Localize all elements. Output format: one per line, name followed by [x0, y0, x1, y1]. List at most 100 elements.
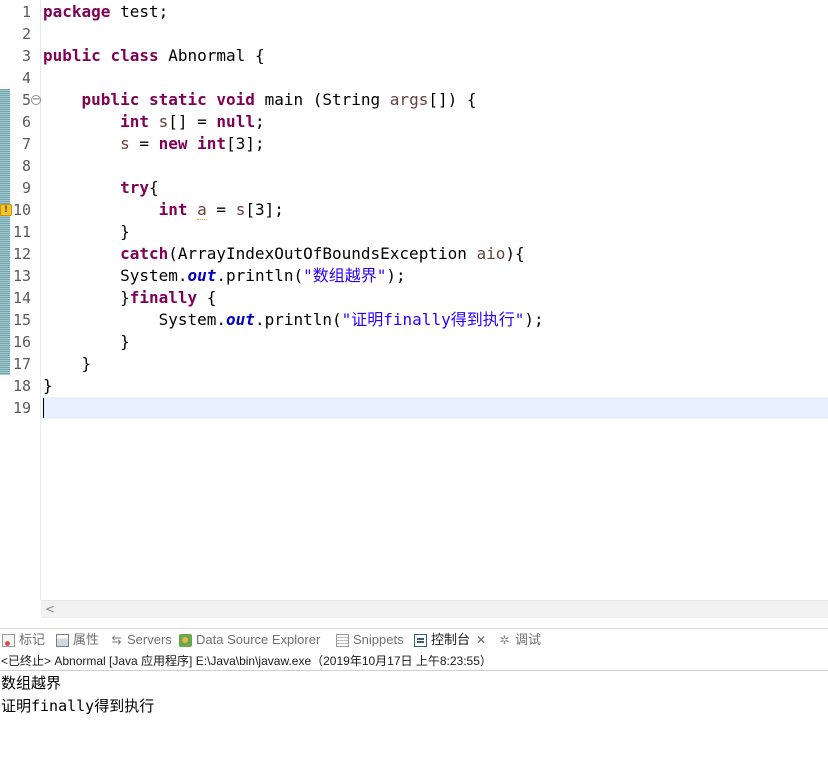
line-number: 18: [12, 377, 31, 395]
token-str: "证明finally得到执行": [341, 310, 525, 329]
scroll-left-icon[interactable]: <: [45, 602, 55, 616]
token-kw: finally: [129, 288, 198, 307]
line-number: 19: [12, 399, 31, 417]
line-number: 14: [12, 289, 31, 307]
code-line-text: int a = s[3];: [43, 199, 284, 221]
line-number: 13: [12, 267, 31, 285]
token-kw: catch: [120, 244, 169, 263]
code-line-text: try{: [43, 177, 159, 199]
token-kw: package: [43, 2, 111, 21]
code-line-text: System.out.println("数组越界");: [43, 265, 406, 287]
line-number: 11: [12, 223, 31, 241]
code-line[interactable]: s = new int[3];: [42, 133, 828, 155]
code-line[interactable]: }: [42, 353, 828, 375]
tab-properties[interactable]: 属性: [56, 629, 99, 651]
close-icon[interactable]: ✕: [476, 629, 486, 651]
line-number: 3: [21, 47, 31, 65]
text-caret: [43, 397, 44, 418]
line-number: 4: [21, 69, 31, 87]
token-plain: Abnormal {: [158, 46, 265, 65]
line-number: 9: [21, 179, 31, 197]
token-plain: .println(: [216, 266, 304, 285]
token-var: s: [235, 200, 246, 219]
code-line[interactable]: package test;: [42, 1, 828, 23]
token-plain: [] =: [168, 112, 217, 131]
code-line[interactable]: public class Abnormal {: [42, 45, 828, 67]
token-kw: null: [216, 112, 255, 131]
tab-markers[interactable]: 标记: [2, 629, 45, 651]
token-plain: {: [197, 288, 217, 307]
tab-label: 属性: [73, 632, 100, 647]
token-fld: out: [187, 266, 217, 285]
code-line[interactable]: int a = s[3];: [42, 199, 828, 221]
token-plain: }: [43, 332, 130, 351]
scrollbar-gutter-spacer: [0, 600, 41, 618]
token-var: args: [389, 90, 429, 109]
code-line-text: catch(ArrayIndexOutOfBoundsException aio…: [43, 243, 525, 265]
tab-data-source-explorer[interactable]: Data Source Explorer: [179, 629, 320, 651]
code-line[interactable]: }: [42, 375, 828, 397]
markers-icon: [2, 633, 15, 647]
console-output-line: 证明finally得到执行: [1, 697, 155, 715]
tab-label: Servers: [127, 632, 172, 647]
code-editor[interactable]: 1 2 3 4 5−6 7 8 9 10! 11 12 13 14 15 16 17 18 19 package …: [0, 0, 828, 600]
code-line[interactable]: [42, 23, 828, 45]
console-output[interactable]: 数组越界 证明finally得到执行: [0, 672, 828, 762]
token-plain: {: [148, 178, 159, 197]
debug-icon: ✲: [499, 632, 510, 647]
snippets-icon: [336, 633, 349, 647]
code-line[interactable]: }: [42, 221, 828, 243]
token-plain: =: [129, 134, 159, 153]
code-line[interactable]: System.out.println("证明finally得到执行");: [42, 309, 828, 331]
code-line[interactable]: [42, 67, 828, 89]
token-kw: void: [216, 90, 255, 109]
code-line[interactable]: }finally {: [42, 287, 828, 309]
token-kw: int: [120, 112, 149, 131]
token-plain: System.: [43, 310, 227, 329]
code-line[interactable]: [42, 397, 828, 419]
token-var: s: [120, 134, 130, 153]
horizontal-scrollbar[interactable]: <: [41, 600, 828, 618]
token-plain: .println(: [254, 310, 342, 329]
code-line-text: package test;: [43, 1, 168, 23]
line-number: 15: [12, 311, 31, 329]
token-plain: [3];: [226, 134, 265, 153]
code-line[interactable]: public static void main (String args[]) …: [42, 89, 828, 111]
warning-lightbulb-icon[interactable]: !: [0, 204, 12, 216]
token-plain: (ArrayIndexOutOfBoundsException: [168, 244, 477, 263]
tab-label: 标记: [19, 632, 46, 647]
data-source-explorer-icon: [179, 633, 192, 647]
views-tab-bar: 标记 属性 ⇆ Servers Data Source Explorer Snippets…: [0, 628, 828, 651]
token-kw: try: [120, 178, 149, 197]
code-line[interactable]: }: [42, 331, 828, 353]
code-line[interactable]: [42, 155, 828, 177]
code-area[interactable]: package test; public class Abnormal { pub…: [42, 0, 828, 600]
code-line-text: s = new int[3];: [43, 133, 265, 155]
code-line[interactable]: System.out.println("数组越界");: [42, 265, 828, 287]
collapse-minus-icon[interactable]: −: [31, 95, 41, 105]
code-line[interactable]: try{: [42, 177, 828, 199]
token-plain: System.: [43, 266, 188, 285]
token-var: s: [158, 112, 169, 131]
servers-icon: ⇆: [111, 632, 122, 647]
code-line-text: public static void main (String args[]) …: [43, 89, 477, 111]
tab-label: 控制台: [431, 632, 471, 647]
token-plain: }: [43, 222, 130, 241]
line-number: 1: [21, 3, 31, 21]
tab-servers[interactable]: ⇆ Servers: [110, 629, 172, 651]
token-plain: =: [206, 200, 236, 219]
tab-snippets[interactable]: Snippets: [336, 629, 404, 651]
tab-console[interactable]: 控制台 ✕: [414, 629, 486, 651]
code-line-text: }: [43, 375, 53, 397]
properties-icon: [56, 633, 69, 647]
code-line[interactable]: int s[] = null;: [42, 111, 828, 133]
line-number: 16: [12, 333, 31, 351]
tab-debug[interactable]: ✲ 调试: [498, 629, 541, 651]
code-line[interactable]: catch(ArrayIndexOutOfBoundsException aio…: [42, 243, 828, 265]
token-plain: ){: [505, 244, 525, 263]
